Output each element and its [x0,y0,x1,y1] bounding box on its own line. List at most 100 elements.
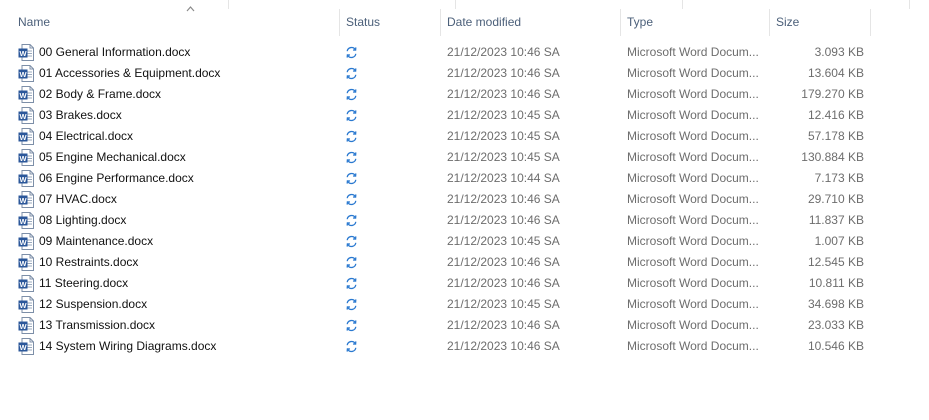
file-size: 130.884 KB [801,150,864,164]
file-date-modified: 21/12/2023 10:46 SA [447,192,560,206]
sync-pending-icon [345,151,358,164]
file-row[interactable]: W 06 Engine Performance.docx 21/12/2023 … [0,168,929,189]
file-type: Microsoft Word Docum... [627,45,759,59]
file-date-modified: 21/12/2023 10:46 SA [447,45,560,59]
file-date-modified: 21/12/2023 10:45 SA [447,234,560,248]
svg-text:W: W [19,343,27,352]
file-row[interactable]: W 01 Accessories & Equipment.docx 21/12/… [0,63,929,84]
file-type: Microsoft Word Docum... [627,213,759,227]
file-row[interactable]: W 03 Brakes.docx 21/12/2023 10:45 SA Mic… [0,105,929,126]
svg-text:W: W [19,112,27,121]
sync-pending-icon [345,235,358,248]
file-type: Microsoft Word Docum... [627,234,759,248]
word-document-icon: W [18,65,34,82]
file-row[interactable]: W 08 Lighting.docx 21/12/2023 10:46 SA M… [0,210,929,231]
file-type: Microsoft Word Docum... [627,171,759,185]
file-size: 3.093 KB [814,45,864,59]
svg-text:W: W [19,322,27,331]
file-type: Microsoft Word Docum... [627,129,759,143]
file-name[interactable]: 09 Maintenance.docx [39,231,339,252]
word-document-icon: W [18,275,34,292]
sync-pending-icon [345,109,358,122]
sync-pending-icon [345,88,358,101]
word-document-icon: W [18,191,34,208]
column-header-status-label: Status [346,15,381,29]
word-document-icon: W [18,233,34,250]
file-row[interactable]: W 00 General Information.docx 21/12/2023… [0,42,929,63]
file-type: Microsoft Word Docum... [627,87,759,101]
file-name[interactable]: 12 Suspension.docx [39,294,339,315]
file-size: 12.545 KB [807,255,864,269]
file-row[interactable]: W 09 Maintenance.docx 21/12/2023 10:45 S… [0,231,929,252]
file-name[interactable]: 05 Engine Mechanical.docx [39,147,339,168]
file-name[interactable]: 14 System Wiring Diagrams.docx [39,336,339,357]
file-row[interactable]: W 04 Electrical.docx 21/12/2023 10:45 SA… [0,126,929,147]
file-row[interactable]: W 02 Body & Frame.docx 21/12/2023 10:46 … [0,84,929,105]
file-size: 10.546 KB [807,339,864,353]
file-name[interactable]: 00 General Information.docx [39,42,339,63]
column-header-date-label: Date modified [447,15,522,29]
file-size: 23.033 KB [807,318,864,332]
file-date-modified: 21/12/2023 10:46 SA [447,318,560,332]
file-name[interactable]: 07 HVAC.docx [39,189,339,210]
file-type: Microsoft Word Docum... [627,150,759,164]
file-size: 10.811 KB [808,276,864,290]
word-document-icon: W [18,170,34,187]
sync-pending-icon [345,130,358,143]
file-type: Microsoft Word Docum... [627,297,759,311]
file-date-modified: 21/12/2023 10:44 SA [447,171,560,185]
file-date-modified: 21/12/2023 10:45 SA [447,108,560,122]
file-row[interactable]: W 13 Transmission.docx 21/12/2023 10:46 … [0,315,929,336]
file-row[interactable]: W 10 Restraints.docx 21/12/2023 10:46 SA… [0,252,929,273]
svg-text:W: W [19,196,27,205]
file-name[interactable]: 10 Restraints.docx [39,252,339,273]
sync-pending-icon [345,214,358,227]
sync-pending-icon [345,46,358,59]
column-header-type-label: Type [627,15,654,29]
column-header-size-label: Size [776,15,800,29]
sync-pending-icon [345,193,358,206]
file-name[interactable]: 02 Body & Frame.docx [39,84,339,105]
column-header-date-modified[interactable]: Date modified [441,9,621,36]
file-size: 12.416 KB [807,108,864,122]
file-name[interactable]: 08 Lighting.docx [39,210,339,231]
column-header-size[interactable]: Size [770,9,871,36]
word-document-icon: W [18,338,34,355]
svg-text:W: W [19,70,27,79]
word-document-icon: W [18,107,34,124]
file-row[interactable]: W 07 HVAC.docx 21/12/2023 10:46 SA Micro… [0,189,929,210]
sync-pending-icon [345,298,358,311]
file-date-modified: 21/12/2023 10:45 SA [447,297,560,311]
file-row[interactable]: W 12 Suspension.docx 21/12/2023 10:45 SA… [0,294,929,315]
file-row[interactable]: W 14 System Wiring Diagrams.docx 21/12/2… [0,336,929,357]
svg-text:W: W [19,91,27,100]
file-name[interactable]: 06 Engine Performance.docx [39,168,339,189]
file-row[interactable]: W 05 Engine Mechanical.docx 21/12/2023 1… [0,147,929,168]
file-date-modified: 21/12/2023 10:45 SA [447,129,560,143]
column-header-row: Name Status Date modified Type Size [0,6,929,36]
file-size: 57.178 KB [807,129,864,143]
file-type: Microsoft Word Docum... [627,255,759,269]
file-row[interactable]: W 11 Steering.docx 21/12/2023 10:46 SA M… [0,273,929,294]
word-document-icon: W [18,149,34,166]
file-name[interactable]: 03 Brakes.docx [39,105,339,126]
file-type: Microsoft Word Docum... [627,66,759,80]
column-header-type[interactable]: Type [621,9,770,36]
file-date-modified: 21/12/2023 10:46 SA [447,339,560,353]
sort-up-arrow-icon [186,6,195,12]
word-document-icon: W [18,212,34,229]
file-name[interactable]: 01 Accessories & Equipment.docx [39,63,339,84]
file-type: Microsoft Word Docum... [627,276,759,290]
svg-text:W: W [19,301,27,310]
column-header-name-label: Name [18,15,51,29]
file-name[interactable]: 04 Electrical.docx [39,126,339,147]
top-divider [0,0,929,9]
word-document-icon: W [18,296,34,313]
file-name[interactable]: 13 Transmission.docx [39,315,339,336]
column-header-status[interactable]: Status [340,9,441,36]
column-header-name[interactable]: Name [12,6,340,36]
file-size: 1.007 KB [814,234,864,248]
file-name[interactable]: 11 Steering.docx [39,273,339,294]
file-type: Microsoft Word Docum... [627,318,759,332]
sync-pending-icon [345,256,358,269]
